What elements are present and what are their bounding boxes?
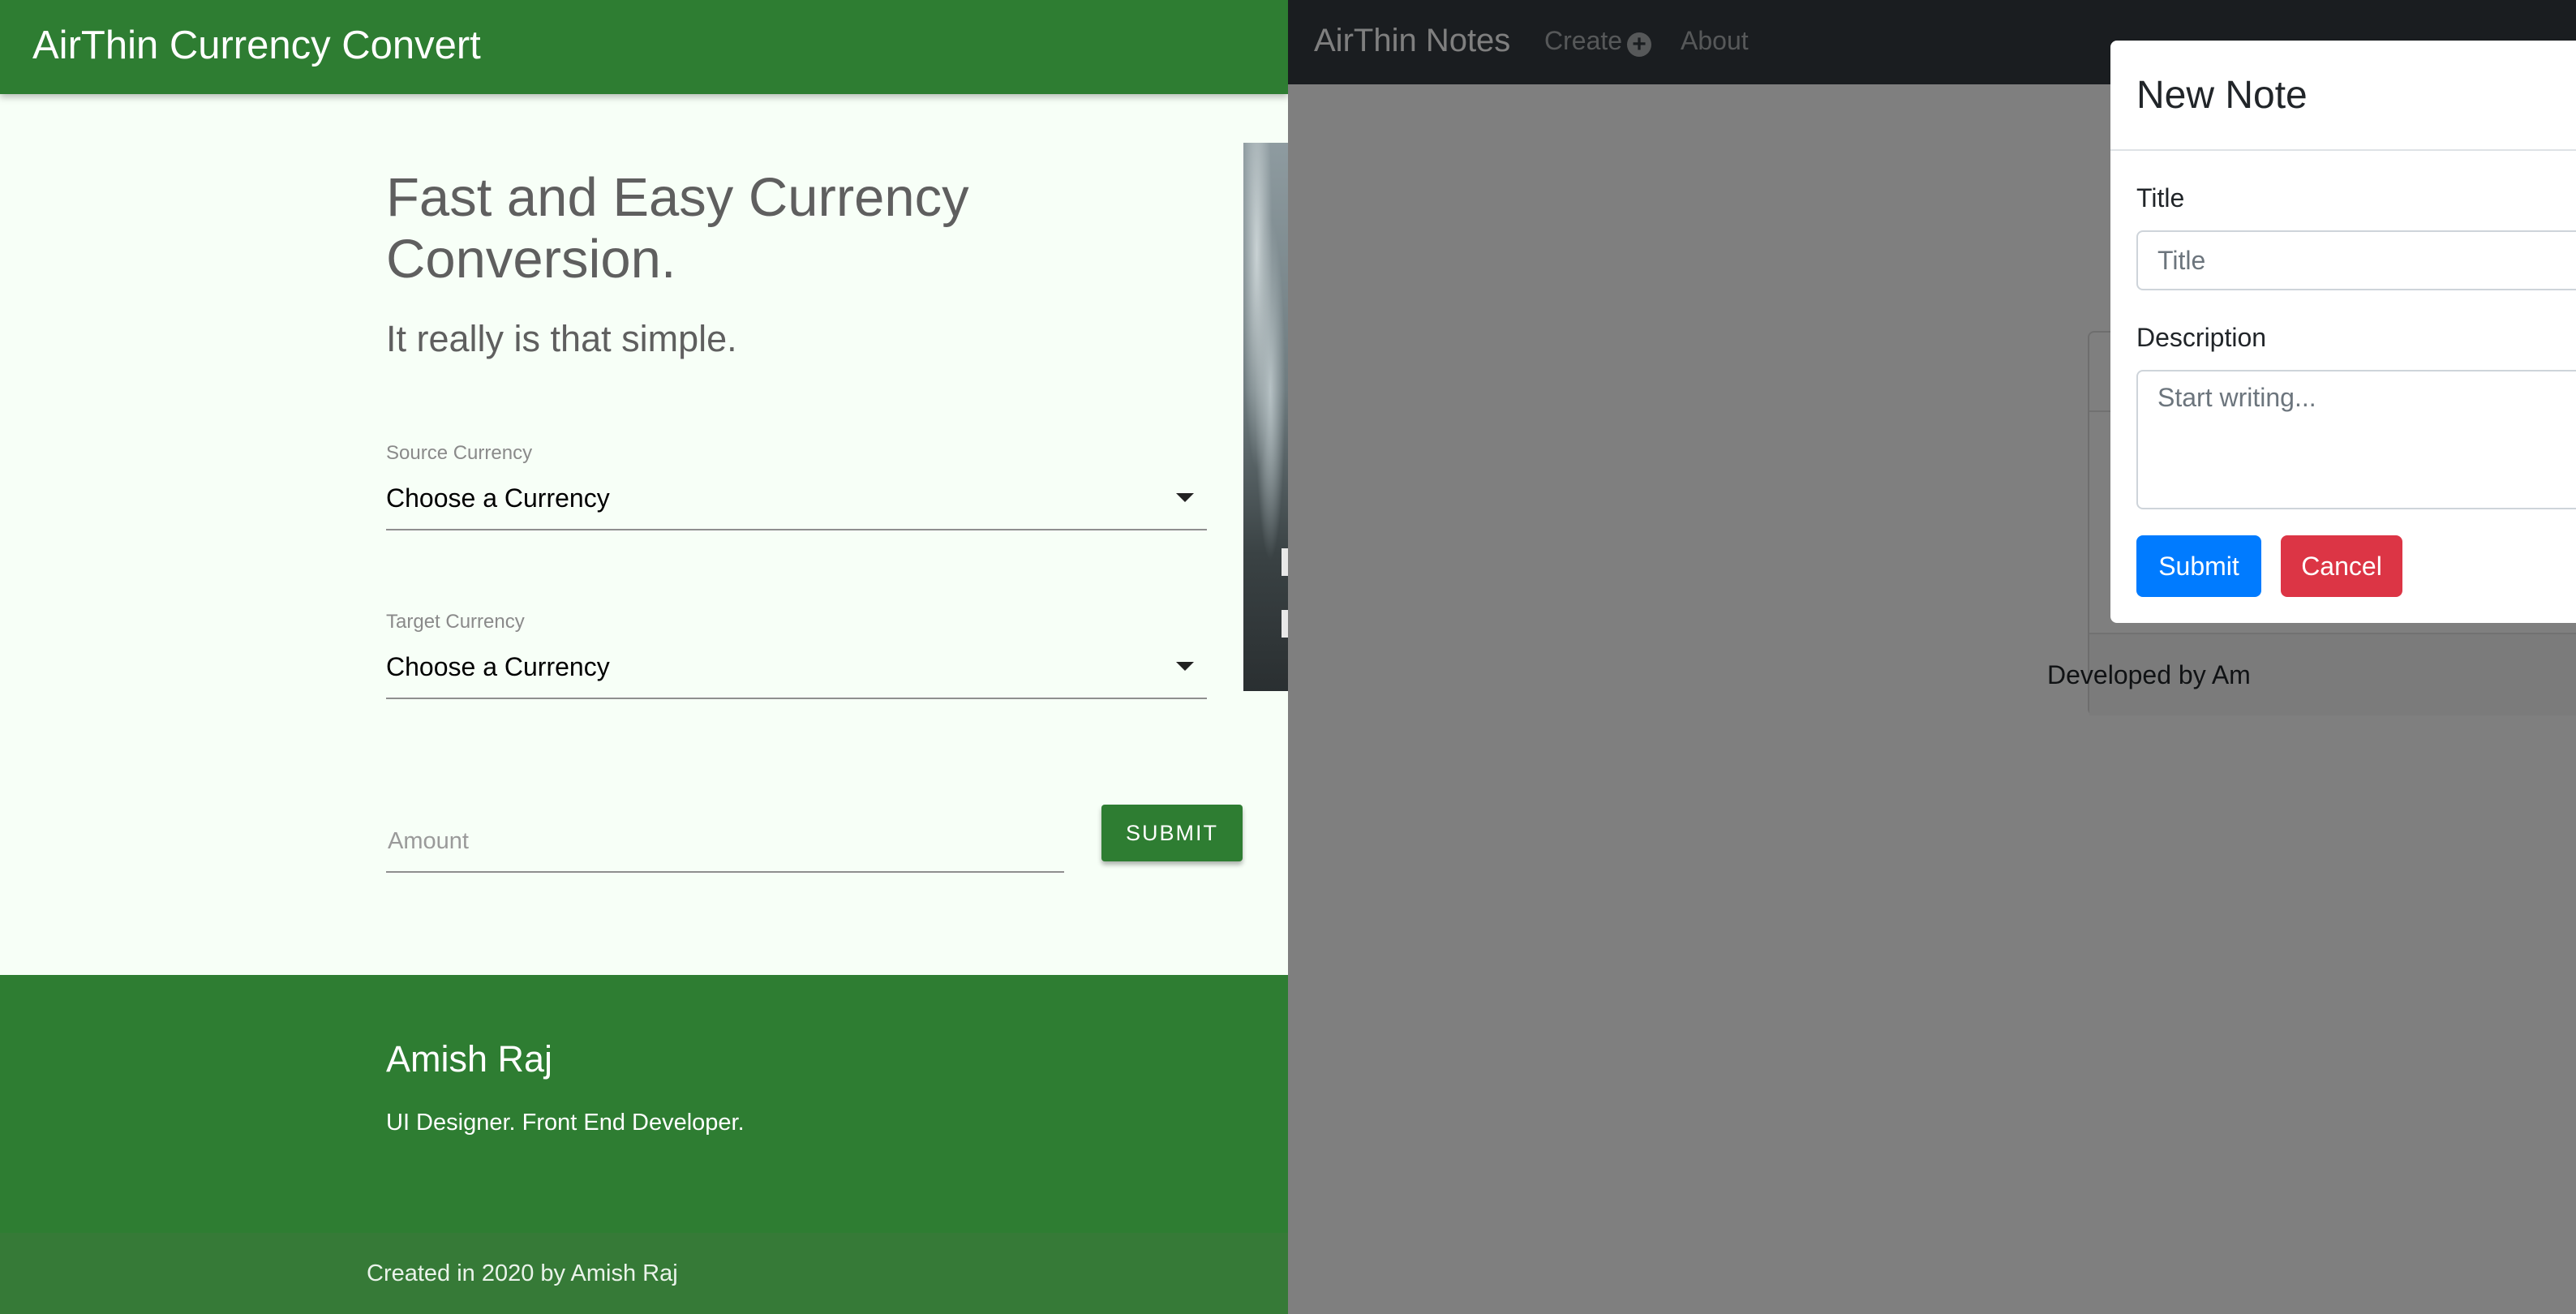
dropdown-caret-icon (1176, 493, 1194, 502)
source-currency-select[interactable]: Choose a Currency (386, 472, 1207, 530)
converter-brand-link[interactable]: AirThin Currency Convert (32, 19, 481, 71)
carousel-caption-fragment (1282, 548, 1288, 576)
source-currency-value: Choose a Currency (386, 483, 610, 513)
carousel-caption-fragment (1282, 610, 1288, 638)
modal-divider (2110, 149, 2576, 151)
converter-footer: Amish Raj UI Designer. Front End Develop… (0, 975, 1288, 1233)
target-currency-label: Target Currency (386, 611, 525, 633)
amount-field[interactable] (386, 806, 1064, 873)
target-currency-value: Choose a Currency (386, 652, 610, 681)
currency-converter-window: AirThin Currency Convert Fast and Easy C… (0, 0, 1288, 1314)
target-currency-select[interactable]: Choose a Currency (386, 641, 1207, 699)
modal-title: New Note (2136, 74, 2308, 117)
footer-author-name: Amish Raj (386, 1038, 553, 1080)
footer-author-role: UI Designer. Front End Developer. (386, 1110, 745, 1136)
copyright-text: Created in 2020 by Amish Raj (367, 1260, 678, 1286)
carousel-image (1243, 143, 1288, 691)
note-description-label: Description (2136, 323, 2267, 352)
note-description-textarea[interactable] (2136, 370, 2576, 509)
hero-title: Fast and Easy Currency Conversion. (386, 167, 969, 290)
note-cancel-button[interactable]: Cancel (2281, 535, 2402, 597)
note-submit-button[interactable]: Submit (2136, 535, 2261, 597)
new-note-modal: New Note Title Description Submit Cancel (2110, 41, 2576, 623)
dropdown-caret-icon (1176, 662, 1194, 671)
hero-subtitle: It really is that simple. (386, 318, 737, 359)
convert-submit-button[interactable]: SUBMIT (1101, 805, 1243, 861)
note-title-input[interactable] (2136, 230, 2576, 290)
converter-copyright-bar: Created in 2020 by Amish Raj (0, 1233, 1288, 1314)
notes-app-window: AirThin Notes Create+ About Developed by… (1288, 0, 2576, 1314)
converter-navbar: AirThin Currency Convert (0, 0, 1288, 94)
amount-input[interactable] (386, 822, 1038, 860)
note-title-label: Title (2136, 183, 2185, 213)
source-currency-label: Source Currency (386, 442, 533, 464)
